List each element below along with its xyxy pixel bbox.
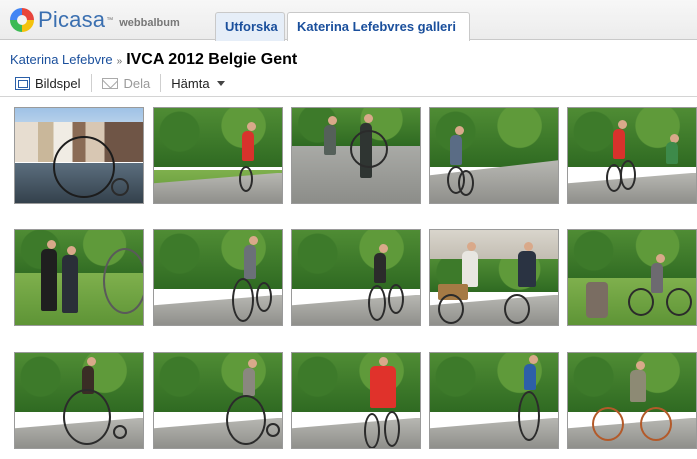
picasa-pinwheel-icon	[10, 8, 34, 32]
photo-thumbnail[interactable]	[14, 229, 144, 326]
slideshow-icon	[15, 76, 30, 90]
breadcrumb: Katerina Lefebvre » IVCA 2012 Belgie Gen…	[10, 51, 297, 69]
album-title: IVCA 2012 Belgie Gent	[126, 51, 298, 68]
download-label: Hämta	[171, 75, 210, 91]
breadcrumb-separator: »	[116, 56, 123, 67]
photo-thumbnail[interactable]	[429, 229, 559, 326]
photo-thumbnail[interactable]	[429, 107, 559, 204]
photo-thumbnail[interactable]	[567, 229, 697, 326]
logo-trademark: ™	[106, 16, 114, 24]
photo-thumbnail[interactable]	[291, 107, 421, 204]
photo-thumbnail[interactable]	[567, 107, 697, 204]
photo-thumbnail[interactable]	[14, 352, 144, 449]
toolbar-divider	[90, 74, 92, 92]
top-bar: Picasa ™ webbalbum Utforska Katerina Lef…	[0, 0, 697, 41]
photo-thumbnail[interactable]	[291, 352, 421, 449]
photo-thumbnail[interactable]	[291, 229, 421, 326]
photo-thumbnail[interactable]	[429, 352, 559, 449]
tab-explore[interactable]: Utforska	[215, 12, 285, 41]
share-label: Dela	[123, 75, 151, 91]
photo-thumbnail[interactable]	[153, 107, 283, 204]
chevron-down-icon	[216, 80, 225, 86]
photo-thumbnail[interactable]	[153, 229, 283, 326]
small-wheel	[111, 178, 129, 196]
breadcrumb-user-link[interactable]: Katerina Lefebvre	[10, 52, 113, 67]
logo-text: Picasa	[38, 7, 106, 32]
photo-thumbnail[interactable]	[14, 107, 144, 204]
penny-farthing-wheel	[53, 136, 115, 198]
slideshow-label: Bildspel	[35, 75, 81, 91]
photo-thumbnail[interactable]	[567, 352, 697, 449]
download-button[interactable]: Hämta	[171, 73, 225, 93]
slideshow-button[interactable]: Bildspel	[15, 73, 81, 93]
envelope-icon	[101, 77, 118, 89]
picasa-logo[interactable]: Picasa ™ webbalbum	[10, 7, 180, 33]
tab-gallery[interactable]: Katerina Lefebvres galleri	[287, 12, 470, 41]
photo-thumbnail[interactable]	[153, 352, 283, 449]
toolbar-divider	[160, 74, 162, 92]
stone-urn	[586, 282, 608, 318]
album-toolbar: Bildspel Dela Hämta	[0, 70, 697, 97]
logo-subtitle: webbalbum	[119, 17, 180, 29]
share-button[interactable]: Dela	[101, 73, 151, 93]
